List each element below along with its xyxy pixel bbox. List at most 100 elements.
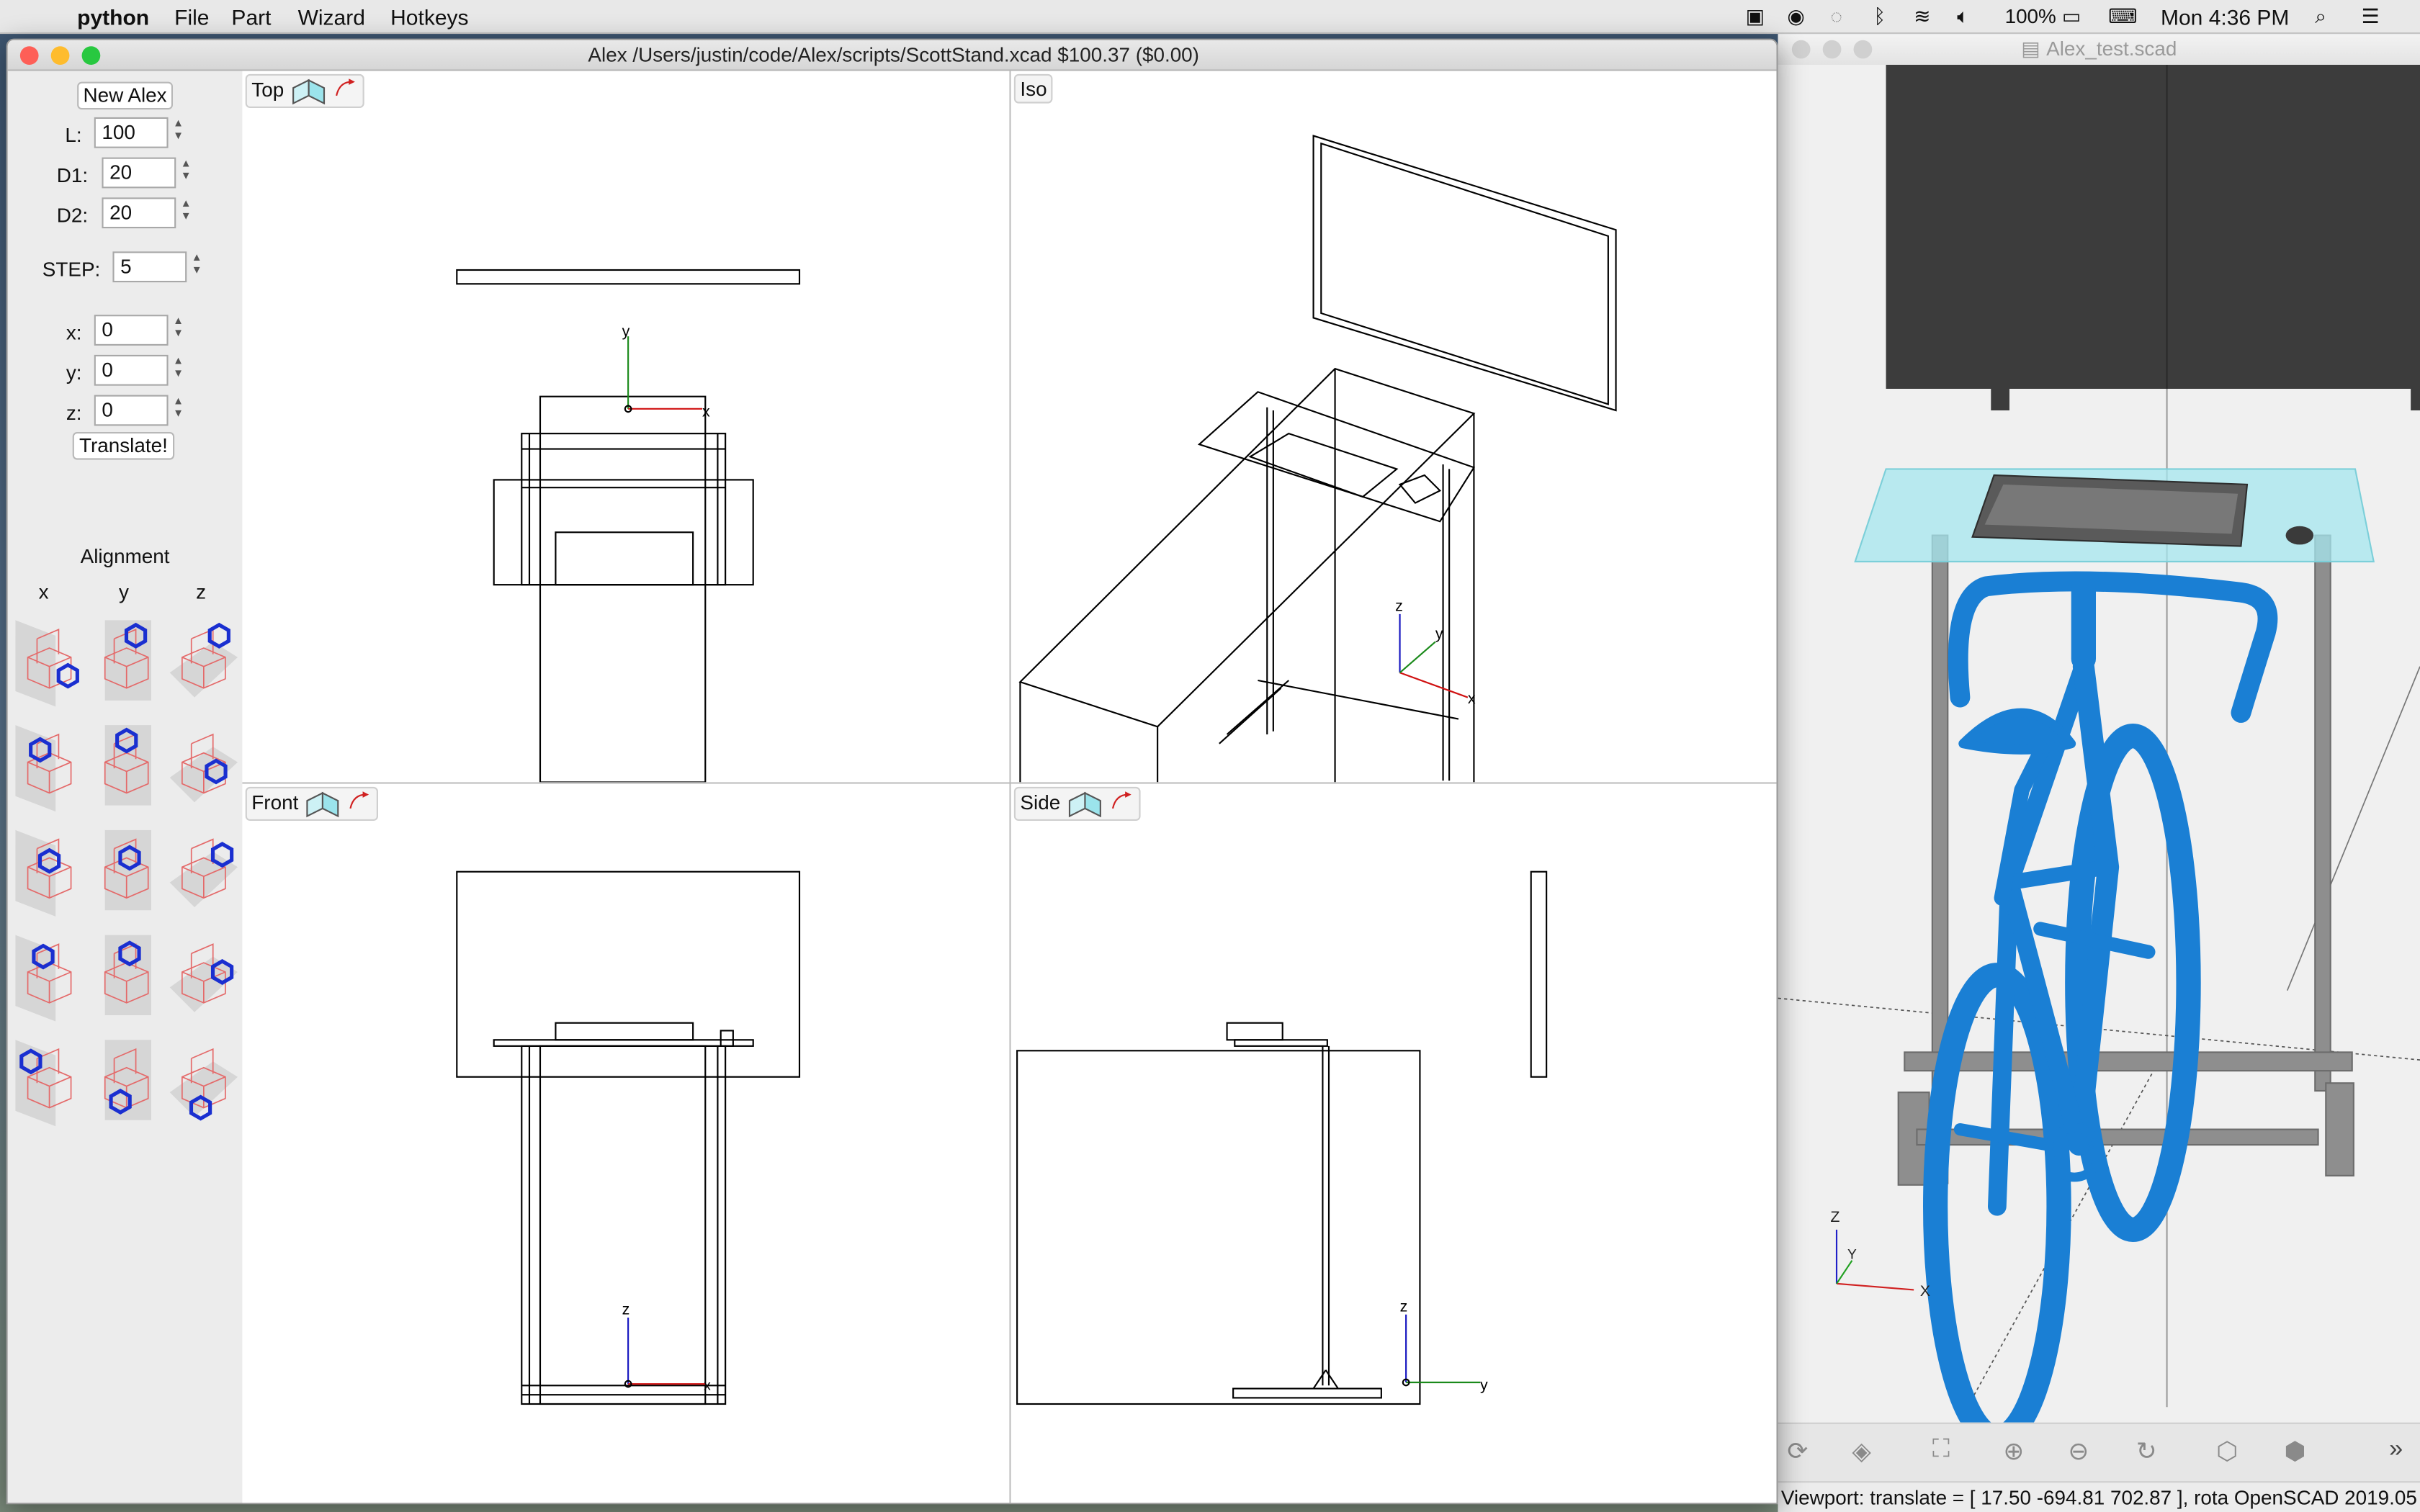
openscad-close-button[interactable] <box>1791 40 1811 59</box>
bluetooth-icon[interactable]: ᛒ <box>1873 4 1886 27</box>
front-view-drawing: z x <box>456 870 801 1405</box>
openscad-window: ▤ Alex_test.scad Z Y X ⟳ ◈ ⛶ ⊕ ⊖ ↻ ⬡ ⬢ »… <box>1778 34 2420 1512</box>
step-label: STEP: <box>42 257 101 281</box>
translate-button[interactable]: Translate! <box>72 432 175 460</box>
d2-stepper-icon[interactable]: ▲ ▼ <box>179 199 193 227</box>
alignment-thumbnail-icon <box>104 620 151 701</box>
front-view-label-text: Front <box>251 791 299 814</box>
x-stepper-icon[interactable]: ▲ ▼ <box>171 316 185 344</box>
zoom-meeting-icon[interactable]: ▣ <box>1746 4 1765 29</box>
d2-input[interactable]: 20 <box>102 197 176 229</box>
alignment-option-1-3[interactable] <box>166 611 241 710</box>
view-all-icon[interactable]: ⛶ <box>1932 1436 1950 1464</box>
menu-bar: python File Part Wizard Hotkeys ▣ ◉ ◌ ᛒ … <box>0 0 2420 35</box>
zoom-button[interactable] <box>81 46 101 65</box>
render-icon[interactable]: ◈ <box>1852 1436 1870 1467</box>
perspective-icon[interactable]: ⬡ <box>2216 1436 2238 1467</box>
z-stepper-icon[interactable]: ▲ ▼ <box>171 397 185 425</box>
menu-file[interactable]: File <box>174 4 209 29</box>
alignment-option-5-1[interactable] <box>12 1030 86 1129</box>
l-stepper-icon[interactable]: ▲ ▼ <box>171 119 185 147</box>
close-button[interactable] <box>19 46 39 65</box>
x-label: x: <box>66 320 82 344</box>
openscad-axis-label-y: Y <box>1847 1248 1857 1263</box>
orthogonal-icon[interactable]: ⬢ <box>2284 1436 2305 1467</box>
clock[interactable]: Mon 4:36 PM <box>2161 4 2289 29</box>
alignment-thumbnail-icon <box>104 935 151 1015</box>
step-input[interactable]: 5 <box>112 251 187 283</box>
new-alex-button[interactable]: New Alex <box>77 81 173 110</box>
step-stepper-icon[interactable]: ▲ ▼ <box>190 253 204 281</box>
control-panel: New Alex L: 100 ▲ ▼ D1: 20 ▲ ▼ D2: 20 ▲ ▼ S… <box>7 71 243 1503</box>
alignment-thumbnail-icon <box>169 943 238 1012</box>
window-title: Alex /Users/justin/code/Alex/scripts/Sco… <box>588 43 1199 67</box>
view-cube-icon[interactable] <box>1066 790 1134 818</box>
keyboard-input-icon[interactable]: ⌨︎ <box>2108 4 2137 29</box>
wifi-icon[interactable]: ≋ <box>1914 4 1930 29</box>
top-view[interactable]: y x Top <box>242 71 1010 783</box>
alignment-option-3-3[interactable] <box>166 821 241 919</box>
sync-icon[interactable]: ◌ <box>1830 4 1842 27</box>
view-cube-icon[interactable] <box>290 77 357 105</box>
notification-center-icon[interactable]: ☰ <box>2362 4 2380 29</box>
alignment-title: Alignment <box>80 544 170 568</box>
side-view-label[interactable]: Side <box>1013 786 1140 821</box>
top-view-label[interactable]: Top <box>245 73 364 108</box>
spotlight-search-icon[interactable]: ⌕ <box>2315 4 2326 29</box>
top-view-drawing: y x <box>456 269 801 783</box>
volume-icon[interactable]: 🔈︎ <box>1957 4 1969 29</box>
alignment-option-2-2[interactable] <box>89 716 163 814</box>
alignment-option-4-3[interactable] <box>166 926 241 1025</box>
alignment-option-2-1[interactable] <box>12 716 86 814</box>
openscad-zoom-button[interactable] <box>1853 40 1873 59</box>
menu-wizard[interactable]: Wizard <box>298 4 365 29</box>
more-tools-icon[interactable]: » <box>2389 1436 2403 1464</box>
alignment-option-4-1[interactable] <box>12 926 86 1025</box>
battery-percent: 100% <box>2004 4 2056 28</box>
alignment-thumbnail-icon <box>169 838 238 907</box>
alignment-thumbnail-icon <box>104 725 151 806</box>
side-view[interactable]: z y Side <box>1010 783 1777 1503</box>
front-axis-label-z: z <box>622 1301 630 1318</box>
menu-part[interactable]: Part <box>231 4 271 29</box>
alex-titlebar: Alex /Users/justin/code/Alex/scripts/Sco… <box>7 40 1777 71</box>
l-input[interactable]: 100 <box>94 117 169 148</box>
menu-hotkeys[interactable]: Hotkeys <box>390 4 468 29</box>
alignment-option-5-3[interactable] <box>166 1030 241 1129</box>
openscad-titlebar: ▤ Alex_test.scad <box>1778 34 2420 65</box>
front-view[interactable]: z x Front <box>242 783 1010 1503</box>
views-area: y x Top z y x Iso z x Front z y Side <box>242 71 1777 1503</box>
alignment-option-4-2[interactable] <box>89 926 163 1025</box>
openscad-3d-viewport[interactable]: Z Y X <box>1778 65 2420 1423</box>
alignment-option-1-2[interactable] <box>89 611 163 710</box>
iso-view[interactable]: z y x Iso <box>1010 71 1777 783</box>
navigation-icon[interactable]: ◉ <box>1787 4 1804 29</box>
d1-input[interactable]: 20 <box>102 157 176 189</box>
menu-app-name[interactable]: python <box>77 4 149 29</box>
y-stepper-icon[interactable]: ▲ ▼ <box>171 356 185 384</box>
y-label: y: <box>66 361 82 384</box>
iso-axis-label-x: x <box>1468 690 1476 707</box>
preview-icon[interactable]: ⟳ <box>1787 1436 1808 1467</box>
minimize-button[interactable] <box>50 46 70 65</box>
iso-view-label[interactable]: Iso <box>1013 73 1054 104</box>
reset-view-icon[interactable]: ↻ <box>2136 1436 2157 1467</box>
battery-icon[interactable]: ▭ <box>2062 4 2081 29</box>
x-input[interactable]: 0 <box>94 315 169 346</box>
document-icon: ▤ <box>2021 37 2040 60</box>
y-input[interactable]: 0 <box>94 354 169 386</box>
zoom-in-icon[interactable]: ⊕ <box>2003 1436 2024 1467</box>
alignment-option-3-2[interactable] <box>89 821 163 919</box>
alignment-thumbnail-icon <box>15 725 72 812</box>
alignment-option-3-1[interactable] <box>12 821 86 919</box>
alignment-option-2-3[interactable] <box>166 716 241 814</box>
alignment-option-1-1[interactable] <box>12 611 86 710</box>
zoom-out-icon[interactable]: ⊖ <box>2068 1436 2089 1467</box>
alignment-thumbnail-icon <box>104 1040 151 1120</box>
d1-stepper-icon[interactable]: ▲ ▼ <box>179 159 193 187</box>
alignment-option-5-2[interactable] <box>89 1030 163 1129</box>
view-cube-icon[interactable] <box>304 790 372 818</box>
z-input[interactable]: 0 <box>94 395 169 426</box>
openscad-minimize-button[interactable] <box>1822 40 1842 59</box>
front-view-label[interactable]: Front <box>245 786 378 821</box>
